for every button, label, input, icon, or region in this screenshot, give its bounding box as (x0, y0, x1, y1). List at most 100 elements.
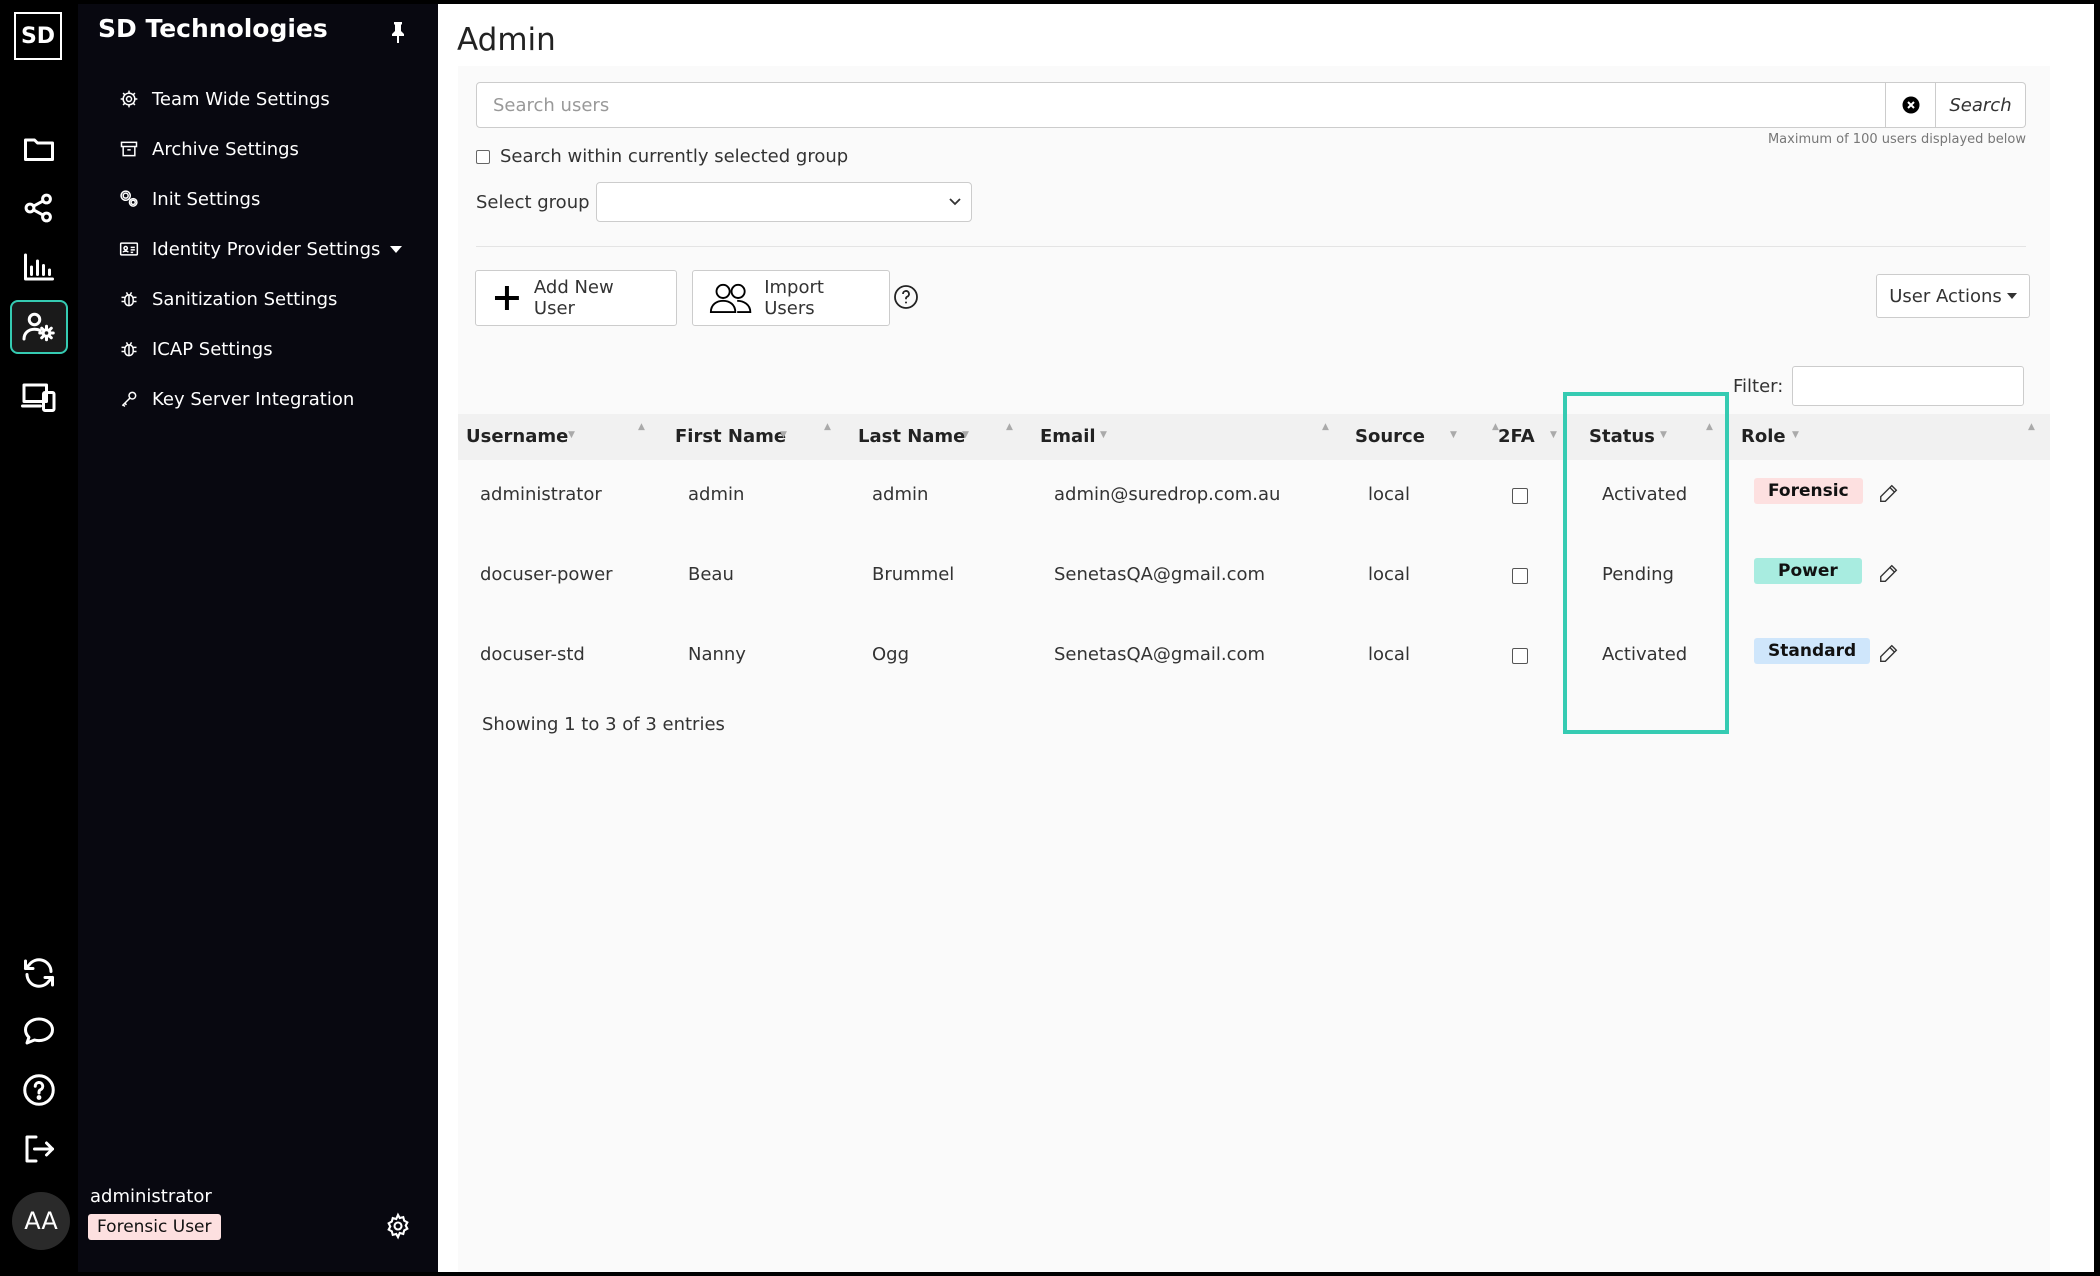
clear-search-button[interactable] (1886, 82, 1936, 128)
edit-pencil-icon[interactable] (1878, 642, 1900, 664)
close-circle-icon (1902, 96, 1919, 114)
chart-icon[interactable] (10, 240, 68, 294)
empty-area (458, 740, 2050, 1272)
bug-icon (118, 338, 140, 360)
page-title: Admin (457, 22, 556, 58)
role-badge-power: Power (1754, 558, 1862, 584)
sync-icon[interactable] (10, 946, 68, 1000)
gear-icon (118, 88, 140, 110)
sort-icon[interactable]: ▼ (1450, 430, 1457, 440)
cell-first-name: admin (688, 484, 745, 505)
sidebar-item-team-wide-settings[interactable]: Team Wide Settings (118, 74, 402, 124)
role-badge-forensic: Forensic (1754, 478, 1863, 504)
sidebar-item-label: Identity Provider Settings (152, 238, 381, 260)
company-name: SD Technologies (98, 14, 328, 43)
cell-email: admin@suredrop.com.au (1054, 484, 1281, 505)
sort-icon[interactable]: ▲ (2028, 422, 2035, 432)
sort-icon[interactable]: ▼ (780, 430, 787, 440)
edit-pencil-icon[interactable] (1878, 482, 1900, 504)
search-bar: Search (476, 82, 2026, 128)
column-first-name[interactable]: First Name (675, 426, 786, 447)
gears-icon (118, 188, 140, 210)
sidebar-item-label: Archive Settings (152, 138, 299, 160)
logout-icon[interactable] (10, 1122, 68, 1176)
share-icon[interactable] (10, 181, 68, 235)
cell-first-name: Beau (688, 564, 734, 585)
sidebar-item-archive-settings[interactable]: Archive Settings (118, 124, 402, 174)
sort-icon[interactable]: ▼ (1550, 430, 1557, 440)
filter-input[interactable] (1792, 366, 2024, 406)
key-icon (118, 388, 140, 410)
edit-pencil-icon[interactable] (1878, 562, 1900, 584)
cell-username: docuser-std (480, 644, 585, 665)
column-username[interactable]: Username (466, 426, 568, 447)
sort-icon[interactable]: ▲ (824, 422, 831, 432)
cell-last-name: admin (872, 484, 929, 505)
sidebar-item-key-server-integration[interactable]: Key Server Integration (118, 374, 402, 424)
user-actions-label: User Actions (1889, 285, 2002, 307)
group-select[interactable] (595, 182, 972, 222)
chat-icon[interactable] (10, 1004, 68, 1058)
caret-down-icon (2006, 293, 2017, 299)
add-new-user-button[interactable]: Add New User (475, 270, 677, 326)
devices-icon[interactable] (10, 370, 68, 424)
pin-icon[interactable] (388, 20, 408, 44)
import-users-button[interactable]: Import Users (692, 270, 890, 326)
sd-logo[interactable]: SD (14, 12, 62, 60)
sort-icon[interactable]: ▲ (1006, 422, 1013, 432)
folder-icon[interactable] (10, 122, 68, 176)
id-card-icon (118, 238, 140, 260)
sidebar-item-label: Team Wide Settings (152, 88, 330, 110)
sidebar-item-init-settings[interactable]: Init Settings (118, 174, 402, 224)
cell-first-name: Nanny (688, 644, 746, 665)
sort-icon[interactable]: ▲ (638, 422, 645, 432)
import-users-label: Import Users (764, 277, 824, 319)
sidebar-item-label: Sanitization Settings (152, 288, 338, 310)
divider (476, 246, 2026, 247)
user-actions-dropdown[interactable]: User Actions (1876, 274, 2030, 318)
max-users-note: Maximum of 100 users displayed below (1767, 132, 2026, 147)
sidebar-item-label: Key Server Integration (152, 388, 355, 410)
users-icon (709, 283, 752, 314)
icon-rail: SD AA (4, 4, 74, 1272)
sort-icon[interactable]: ▼ (962, 430, 969, 440)
cell-username: docuser-power (480, 564, 613, 585)
sidebar-item-label: Init Settings (152, 188, 261, 210)
search-button[interactable]: Search (1936, 82, 2026, 128)
sort-icon[interactable]: ▲ (1322, 422, 1329, 432)
sort-icon[interactable]: ▼ (1792, 430, 1799, 440)
archive-icon (118, 138, 140, 160)
column-role[interactable]: Role (1741, 426, 1786, 447)
select-group-row: Select group (476, 182, 972, 222)
column-2fa[interactable]: 2FA (1498, 426, 1535, 447)
settings-sidebar: SD Technologies Team Wide Settings Archi… (78, 4, 438, 1272)
settings-nav: Team Wide Settings Archive Settings Init… (118, 74, 403, 424)
search-within-group-checkbox[interactable] (476, 149, 490, 164)
bug-icon (118, 288, 140, 310)
column-source[interactable]: Source (1355, 426, 1425, 447)
column-last-name[interactable]: Last Name (858, 426, 965, 447)
user-settings-gear-icon[interactable] (384, 1212, 412, 1240)
2fa-checkbox[interactable] (1512, 648, 1528, 664)
help-icon[interactable] (10, 1063, 68, 1117)
2fa-checkbox[interactable] (1512, 488, 1528, 504)
cell-source: local (1368, 564, 1410, 585)
avatar[interactable]: AA (12, 1192, 70, 1250)
plus-icon (494, 286, 519, 310)
search-within-group-label: Search within currently selected group (500, 146, 849, 167)
user-settings-icon[interactable] (10, 300, 68, 354)
cell-source: local (1368, 484, 1410, 505)
help-icon[interactable] (893, 284, 919, 310)
sort-icon[interactable]: ▼ (1100, 430, 1107, 440)
search-input[interactable] (476, 82, 1886, 128)
sort-icon[interactable]: ▼ (568, 430, 575, 440)
search-within-group: Search within currently selected group (476, 146, 848, 167)
2fa-checkbox[interactable] (1512, 568, 1528, 584)
column-email[interactable]: Email (1040, 426, 1096, 447)
sidebar-item-identity-provider-settings[interactable]: Identity Provider Settings (118, 224, 403, 274)
role-badge-standard: Standard (1754, 638, 1871, 664)
cell-email: SenetasQA@gmail.com (1054, 564, 1266, 585)
sidebar-item-sanitization-settings[interactable]: Sanitization Settings (118, 274, 402, 324)
sidebar-item-label: ICAP Settings (152, 338, 273, 360)
sidebar-item-icap-settings[interactable]: ICAP Settings (118, 324, 402, 374)
